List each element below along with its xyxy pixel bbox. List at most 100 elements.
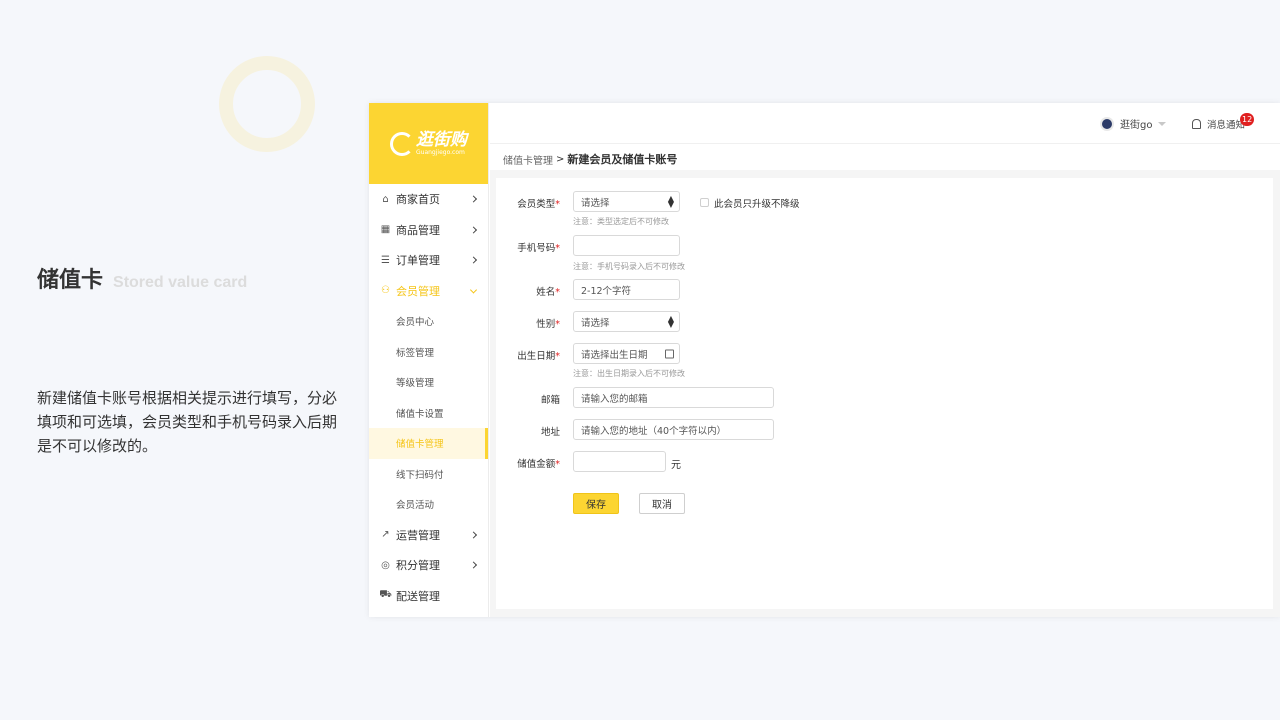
- page-title: 新建会员及储值卡账号: [567, 153, 678, 166]
- chevron-down-icon: [469, 286, 478, 294]
- sidebar-subitem-offline-pay[interactable]: 线下扫码付: [369, 459, 488, 490]
- user-menu[interactable]: 逛街go: [1100, 116, 1167, 131]
- member-type-hint: 注意：类型选定后不可修改: [573, 217, 669, 226]
- brand-logo[interactable]: 逛街购 Guangjiego.com: [390, 131, 467, 156]
- required-mark: *: [555, 199, 560, 210]
- home-icon: ⌂: [382, 193, 389, 205]
- birthday-picker[interactable]: 请选择出生日期: [573, 343, 680, 364]
- users-icon: ⚇: [381, 285, 390, 297]
- list-icon: ☰: [381, 254, 390, 266]
- email-input[interactable]: 请输入您的邮箱: [573, 387, 774, 408]
- birthday-placeholder: 请选择出生日期: [581, 349, 648, 361]
- logo-name: 逛街购: [416, 130, 467, 150]
- sidebar-item-members[interactable]: ⚇ 会员管理: [369, 276, 488, 307]
- birthday-label: 出生日期*: [496, 348, 560, 362]
- gender-value: 请选择: [581, 317, 610, 329]
- chart-icon: ↗: [381, 529, 390, 541]
- grid-icon: ▦: [380, 224, 391, 236]
- sort-arrows-icon: ▲ ▼: [667, 193, 674, 209]
- sidebar-subitem-card-settings[interactable]: 储值卡设置: [369, 398, 488, 429]
- required-mark: *: [555, 287, 560, 298]
- bell-icon: [1192, 119, 1201, 129]
- upgrade-only-label: 此会员只升级不降级: [714, 199, 800, 210]
- phone-input[interactable]: [573, 235, 680, 256]
- phone-label: 手机号码*: [496, 240, 560, 254]
- chevron-right-icon: [469, 256, 478, 264]
- name-input[interactable]: 2-12个字符: [573, 279, 680, 300]
- sidebar: 逛街购 Guangjiego.com ⌂ 商家首页 ▦ 商品管理 ☰ 订单管理: [369, 103, 489, 617]
- member-type-label-text: 会员类型: [517, 199, 556, 210]
- sidebar-item-label: 订单管理: [396, 254, 440, 268]
- member-type-label: 会员类型*: [496, 196, 560, 210]
- sidebar-item-label: 配送管理: [396, 589, 440, 603]
- amount-label-text: 储值金额: [517, 459, 556, 470]
- amount-input[interactable]: [573, 451, 666, 472]
- chevron-right-icon: [469, 561, 478, 569]
- breadcrumb-separator: >: [556, 153, 565, 165]
- sidebar-item-label: 积分管理: [396, 559, 440, 573]
- sidebar-item-label: 会员管理: [396, 284, 440, 298]
- breadcrumb-parent[interactable]: 储值卡管理: [503, 152, 553, 167]
- form-card: 会员类型* 请选择 ▲ ▼ 此会员只升级不降级 注意：类型选定后不可修改 手机号码…: [496, 178, 1273, 609]
- required-mark: *: [555, 319, 560, 330]
- user-name: 逛街go: [1120, 120, 1153, 131]
- coins-icon: ◎: [381, 559, 390, 571]
- member-type-select[interactable]: 请选择 ▲ ▼: [573, 191, 680, 212]
- breadcrumb: 储值卡管理 > 新建会员及储值卡账号: [503, 151, 677, 167]
- logo-area: 逛街购 Guangjiego.com: [369, 103, 488, 184]
- cancel-button[interactable]: 取消: [639, 493, 685, 514]
- chevron-right-icon: [469, 226, 478, 234]
- address-input[interactable]: 请输入您的地址（40个字符以内）: [573, 419, 774, 440]
- intro-title-cn: 储值卡: [37, 268, 104, 293]
- sidebar-item-home[interactable]: ⌂ 商家首页: [369, 184, 488, 215]
- member-type-value: 请选择: [581, 197, 610, 209]
- chevron-right-icon: [469, 195, 478, 203]
- intro-description: 新建储值卡账号根据相关提示进行填写，分必填项和可选填，会员类型和手机号码录入后期…: [37, 389, 338, 455]
- sort-arrows-icon: ▲ ▼: [667, 313, 674, 329]
- gender-select[interactable]: 请选择 ▲ ▼: [573, 311, 680, 332]
- intro-title: 储值卡 Stored value card: [37, 262, 247, 294]
- email-label: 邮箱: [540, 395, 560, 406]
- upgrade-only-checkbox[interactable]: [700, 198, 709, 207]
- gender-label-text: 性别: [536, 319, 556, 330]
- sidebar-subitem-member-activity[interactable]: 会员活动: [369, 489, 488, 520]
- phone-hint: 注意：手机号码录入后不可修改: [573, 262, 685, 271]
- sidebar-item-products[interactable]: ▦ 商品管理: [369, 215, 488, 246]
- name-label: 姓名*: [496, 284, 560, 298]
- sidebar-item-label: 商品管理: [396, 223, 440, 237]
- avatar: [1100, 116, 1114, 131]
- required-mark: *: [555, 459, 560, 470]
- notification-count-badge: 12: [1240, 113, 1255, 126]
- save-button[interactable]: 保存: [573, 493, 619, 514]
- required-mark: *: [555, 243, 560, 254]
- sidebar-item-label: 商家首页: [396, 193, 440, 207]
- birthday-label-text: 出生日期: [517, 351, 556, 362]
- sidebar-subitem-tags[interactable]: 标签管理: [369, 337, 488, 368]
- sidebar-item-points[interactable]: ◎ 积分管理: [369, 550, 488, 581]
- phone-label-text: 手机号码: [517, 243, 556, 254]
- gender-label: 性别*: [496, 316, 560, 330]
- sidebar-item-orders[interactable]: ☰ 订单管理: [369, 245, 488, 276]
- sidebar-item-operations[interactable]: ↗ 运营管理: [369, 520, 488, 551]
- sidebar-subitem-card-management[interactable]: 储值卡管理: [369, 428, 488, 459]
- logo-domain: Guangjiego.com: [416, 149, 465, 156]
- calendar-icon: [665, 349, 674, 358]
- sidebar-menu: ⌂ 商家首页 ▦ 商品管理 ☰ 订单管理 ⚇ 会员管理 会员中心 标签管理 等级…: [369, 184, 488, 611]
- sidebar-subitem-levels[interactable]: 等级管理: [369, 367, 488, 398]
- address-label: 地址: [540, 427, 560, 438]
- decorative-ring: [219, 56, 315, 152]
- name-label-text: 姓名: [536, 287, 556, 298]
- birthday-hint: 注意：出生日期录入后不可修改: [573, 369, 685, 378]
- sidebar-subitem-member-center[interactable]: 会员中心: [369, 306, 488, 337]
- truck-icon: ⛟: [379, 589, 392, 601]
- logo-g-icon: [390, 131, 414, 156]
- sidebar-item-label: 运营管理: [396, 528, 440, 542]
- required-mark: *: [555, 351, 560, 362]
- caret-down-icon: [1158, 121, 1167, 126]
- chevron-right-icon: [469, 531, 478, 539]
- amount-label: 储值金额*: [496, 456, 560, 470]
- intro-title-en: Stored value card: [113, 274, 248, 291]
- amount-unit: 元: [671, 460, 681, 471]
- notifications-button[interactable]: 消息通知: [1192, 117, 1245, 131]
- sidebar-item-delivery[interactable]: ⛟ 配送管理: [369, 581, 488, 612]
